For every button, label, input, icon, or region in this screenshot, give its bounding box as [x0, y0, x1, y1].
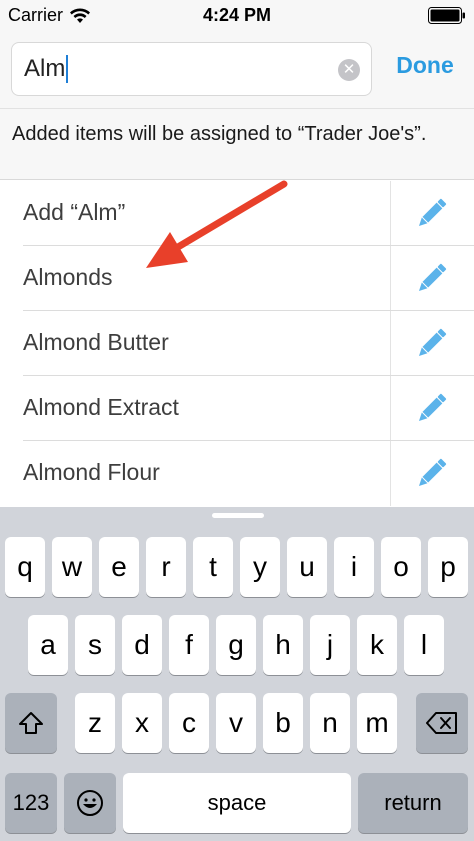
key-b[interactable]: b: [263, 693, 303, 753]
key-i[interactable]: i: [334, 537, 374, 597]
key-z[interactable]: z: [75, 693, 115, 753]
status-time: 4:24 PM: [202, 5, 272, 25]
key-o[interactable]: o: [381, 537, 421, 597]
shift-key[interactable]: [5, 693, 57, 753]
row-separator: [390, 376, 391, 441]
pencil-icon[interactable]: [412, 390, 450, 428]
numbers-key[interactable]: 123: [5, 773, 57, 833]
key-t[interactable]: t: [193, 537, 233, 597]
search-input[interactable]: Alm ✕: [11, 42, 372, 96]
search-header: Alm ✕ Done: [0, 30, 474, 108]
key-p[interactable]: p: [428, 537, 468, 597]
suggestion-item[interactable]: Almond Flour: [0, 441, 474, 506]
pencil-icon[interactable]: [412, 325, 450, 363]
pencil-icon[interactable]: [412, 260, 450, 298]
key-n[interactable]: n: [310, 693, 350, 753]
key-e[interactable]: e: [99, 537, 139, 597]
key-j[interactable]: j: [310, 615, 350, 675]
done-button[interactable]: Done: [380, 52, 470, 79]
key-d[interactable]: d: [122, 615, 162, 675]
backspace-icon: [426, 712, 457, 734]
shift-icon: [19, 712, 43, 734]
suggestion-label: Almond Flour: [23, 459, 160, 485]
key-c[interactable]: c: [169, 693, 209, 753]
suggestion-label: Almond Butter: [23, 329, 169, 355]
backspace-key[interactable]: [416, 693, 468, 753]
suggestion-item[interactable]: Almond Butter: [0, 311, 474, 376]
suggestion-list: Add “Alm” Almonds Almond Butter Almond E…: [0, 181, 474, 506]
row-separator: [390, 181, 391, 246]
key-f[interactable]: f: [169, 615, 209, 675]
pencil-icon[interactable]: [412, 195, 450, 233]
key-x[interactable]: x: [122, 693, 162, 753]
suggestion-label: Add “Alm”: [23, 199, 126, 225]
suggestion-label: Almonds: [23, 264, 113, 290]
store-assignment-note: Added items will be assigned to “Trader …: [0, 108, 474, 180]
key-q[interactable]: q: [5, 537, 45, 597]
row-separator: [390, 311, 391, 376]
key-g[interactable]: g: [216, 615, 256, 675]
text-caret: [66, 55, 69, 83]
suggestion-add-new[interactable]: Add “Alm”: [0, 181, 474, 246]
key-k[interactable]: k: [357, 615, 397, 675]
key-s[interactable]: s: [75, 615, 115, 675]
search-input-value: Alm: [24, 55, 66, 82]
key-h[interactable]: h: [263, 615, 303, 675]
key-l[interactable]: l: [404, 615, 444, 675]
emoji-icon: [77, 790, 103, 816]
key-a[interactable]: a: [28, 615, 68, 675]
pencil-icon[interactable]: [412, 455, 450, 493]
return-key[interactable]: return: [358, 773, 468, 833]
key-v[interactable]: v: [216, 693, 256, 753]
emoji-key[interactable]: [64, 773, 116, 833]
suggestion-label: Almond Extract: [23, 394, 179, 420]
key-y[interactable]: y: [240, 537, 280, 597]
suggestion-item[interactable]: Almonds: [0, 246, 474, 311]
key-u[interactable]: u: [287, 537, 327, 597]
clear-circle-icon[interactable]: ✕: [338, 59, 360, 81]
keyboard: q w e r t y u i o p a s d f g h j k l z …: [0, 507, 474, 841]
row-separator: [390, 441, 391, 506]
space-key[interactable]: space: [123, 773, 351, 833]
key-m[interactable]: m: [357, 693, 397, 753]
suggestion-item[interactable]: Almond Extract: [0, 376, 474, 441]
key-r[interactable]: r: [146, 537, 186, 597]
keyboard-handle[interactable]: [212, 513, 264, 518]
battery-icon: [428, 7, 465, 24]
row-separator: [390, 246, 391, 311]
status-bar: Carrier 4:24 PM: [0, 0, 474, 30]
key-w[interactable]: w: [52, 537, 92, 597]
